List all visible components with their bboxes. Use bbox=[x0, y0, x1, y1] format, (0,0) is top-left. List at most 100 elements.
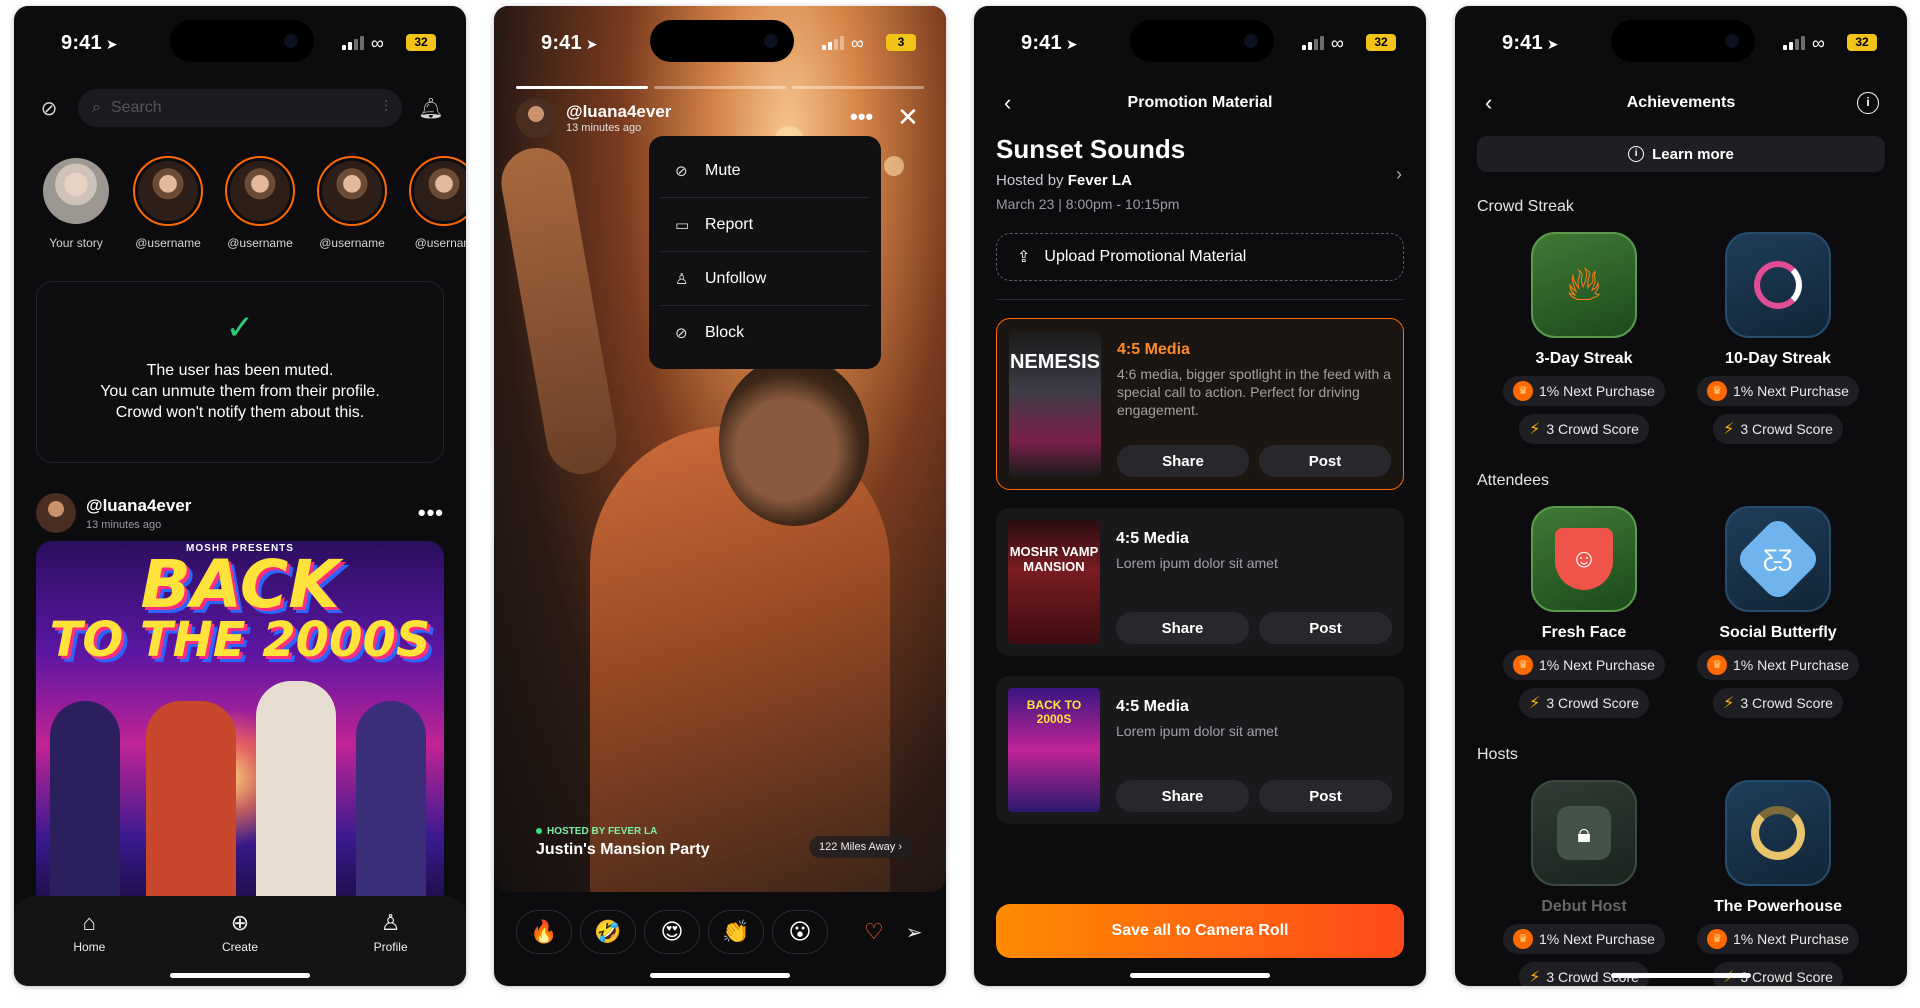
post-username[interactable]: @luana4ever bbox=[86, 496, 191, 516]
chevron-right-icon[interactable]: › bbox=[1396, 164, 1402, 185]
tab-home[interactable]: ⌂ Home bbox=[44, 910, 134, 986]
achievement-item[interactable]: 🔒︎ Debut Host ♛ 1% Next Purchase ⚡︎ 3 Crow… bbox=[1495, 780, 1673, 986]
media-card[interactable]: BACK TO 2000S 4:5 Media Lorem ipum dolor… bbox=[996, 676, 1404, 824]
tab-bar: ⌂ Home ⊕ Create ♙ Profile bbox=[14, 896, 466, 986]
more-options-icon[interactable]: ••• bbox=[850, 104, 873, 130]
achievement-item[interactable]: 10-Day Streak ♛ 1% Next Purchase ⚡︎ 3 Crow… bbox=[1689, 232, 1867, 444]
media-card[interactable]: MOSHR VAMP MANSION 4:5 Media Lorem ipum … bbox=[996, 508, 1404, 656]
reaction-laugh[interactable]: 🤣 bbox=[580, 910, 636, 954]
save-all-button[interactable]: Save all to Camera Roll bbox=[996, 904, 1404, 958]
avatar bbox=[133, 156, 203, 226]
story-progress bbox=[516, 86, 924, 89]
avatar[interactable] bbox=[36, 493, 76, 533]
achievements-screen: 9:41 ➤ ∞ 32 ‹ Achievements i i Learn more … bbox=[1455, 6, 1907, 986]
learn-more-button[interactable]: i Learn more bbox=[1477, 136, 1885, 172]
story-item[interactable]: @username bbox=[316, 156, 388, 250]
muted-message: The user has been muted. You can unmute … bbox=[37, 360, 443, 423]
media-card[interactable]: NEMESIS 4:5 Media 4:6 media, bigger spot… bbox=[996, 318, 1404, 490]
story-username[interactable]: @luana4ever bbox=[566, 102, 671, 122]
reward-pill: ♛ 1% Next Purchase bbox=[1697, 376, 1859, 406]
bolt-icon: ⚡︎ bbox=[1529, 421, 1541, 438]
reaction-love[interactable]: 😍 bbox=[644, 910, 700, 954]
menu-item-report[interactable]: ▭ Report bbox=[661, 198, 869, 252]
story-item[interactable]: @username bbox=[132, 156, 204, 250]
dynamic-island bbox=[650, 20, 794, 62]
story-label: Your story bbox=[49, 236, 103, 250]
event-banner[interactable]: HOSTED BY FEVER LA Justin's Mansion Part… bbox=[536, 826, 928, 876]
search-box[interactable]: ⌕ ⫶ bbox=[78, 89, 402, 127]
menu-label: Report bbox=[705, 215, 754, 233]
battery-icon: 32 bbox=[406, 34, 436, 51]
post-button[interactable]: Post bbox=[1259, 780, 1392, 812]
crown-icon: ♛ bbox=[1707, 655, 1728, 675]
reaction-clap[interactable]: 👏 bbox=[708, 910, 764, 954]
share-button[interactable]: Share bbox=[1116, 780, 1249, 812]
share-button[interactable]: Share bbox=[1116, 612, 1249, 644]
distance-badge: 122 Miles Away › bbox=[809, 836, 912, 858]
score-pill: ⚡︎3 Crowd Score bbox=[1519, 414, 1649, 444]
lock-icon: 🔒︎ bbox=[1531, 780, 1637, 886]
dynamic-island bbox=[1611, 20, 1755, 62]
tab-label: Home bbox=[73, 940, 106, 954]
learn-more-label: Learn more bbox=[1652, 145, 1734, 163]
menu-item-unfollow[interactable]: ♙ Unfollow bbox=[661, 252, 869, 306]
achievement-name: 3-Day Streak bbox=[1535, 350, 1633, 367]
story-item[interactable]: @username bbox=[224, 156, 296, 250]
crown-icon: ♛ bbox=[1707, 929, 1728, 949]
bolt-icon: ⚡︎ bbox=[1723, 421, 1735, 438]
menu-item-mute[interactable]: ⊘ Mute bbox=[661, 144, 869, 198]
flame-icon: 🔥︎ bbox=[1531, 232, 1637, 338]
share-button[interactable]: Share bbox=[1117, 445, 1249, 477]
back-icon[interactable]: ‹ bbox=[1485, 90, 1492, 116]
menu-item-block[interactable]: ⊘ Block bbox=[661, 306, 869, 360]
muted-confirmation-card: ✓ The user has been muted. You can unmut… bbox=[36, 281, 444, 463]
more-options-icon[interactable]: ••• bbox=[418, 500, 444, 526]
media-title: 4:5 Media bbox=[1116, 530, 1189, 547]
reaction-wow[interactable]: 😮 bbox=[772, 910, 828, 954]
camera-off-icon[interactable]: ⊘ bbox=[36, 95, 62, 121]
battery-icon: 3 bbox=[886, 34, 916, 51]
power-ring-icon bbox=[1725, 780, 1831, 886]
info-icon[interactable]: i bbox=[1857, 92, 1879, 114]
reward-pill: ♛ 1% Next Purchase bbox=[1697, 650, 1859, 680]
menu-label: Block bbox=[705, 324, 745, 341]
post-button[interactable]: Post bbox=[1259, 445, 1391, 477]
status-time: 9:41 ➤ bbox=[1502, 32, 1559, 54]
post-button[interactable]: Post bbox=[1259, 612, 1392, 644]
tab-profile[interactable]: ♙ Profile bbox=[346, 910, 436, 986]
battery-icon: 32 bbox=[1847, 34, 1877, 51]
report-icon: ▭ bbox=[675, 216, 690, 234]
checkmark-icon: ✓ bbox=[225, 309, 255, 347]
story-item[interactable]: @usernam bbox=[408, 156, 466, 250]
story-label: @username bbox=[135, 236, 201, 250]
filter-icon[interactable]: ⫶ bbox=[384, 99, 388, 117]
top-bar: ⊘ ⌕ ⫶ 🔔︎ bbox=[36, 88, 444, 128]
search-input[interactable] bbox=[110, 99, 374, 117]
story-label: @username bbox=[319, 236, 385, 250]
block-icon: ⊘ bbox=[675, 325, 688, 342]
status-time: 9:41 ➤ bbox=[541, 32, 598, 54]
heart-icon[interactable]: ♡ bbox=[864, 919, 884, 945]
reaction-fire[interactable]: 🔥 bbox=[516, 910, 572, 954]
send-icon[interactable]: ➢ bbox=[906, 920, 923, 945]
avatar bbox=[409, 156, 466, 226]
achievement-name: 10-Day Streak bbox=[1725, 350, 1831, 367]
poster-title-line: BACK bbox=[140, 546, 340, 623]
media-title: 4:5 Media bbox=[1116, 698, 1189, 715]
avatar[interactable] bbox=[516, 98, 556, 138]
tab-label: Create bbox=[221, 940, 258, 954]
upload-button[interactable]: ⇪ Upload Promotional Material bbox=[996, 233, 1404, 281]
story-item[interactable]: Your story bbox=[40, 156, 112, 250]
achievement-item[interactable]: The Powerhouse ♛1% Next Purchase ⚡︎3 Cro… bbox=[1689, 780, 1867, 986]
poster-title-line: TO THE 2000S bbox=[49, 612, 431, 668]
achievement-item[interactable]: 🔥︎ 3-Day Streak ♛ 1% Next Purchase ⚡︎ 3 Cr… bbox=[1495, 232, 1673, 444]
signal-icon bbox=[822, 36, 844, 50]
post-time: 13 minutes ago bbox=[86, 518, 162, 531]
bell-icon[interactable]: 🔔︎ bbox=[418, 95, 444, 121]
close-icon[interactable]: ✕ bbox=[897, 102, 919, 133]
back-icon[interactable]: ‹ bbox=[1004, 90, 1011, 116]
achievement-item[interactable]: ☺ Fresh Face ♛ 1% Next Purchase ⚡︎ 3 Crowd… bbox=[1495, 506, 1673, 718]
achievement-item[interactable]: Ƹ̵Ʒ Social Butterfly ♛ 1% Next Purchase ⚡… bbox=[1689, 506, 1867, 718]
post-image[interactable]: MOSHR PRESENTS BACK TO THE 2000S bbox=[36, 541, 444, 911]
story-viewer-screen: 9:41 ➤ ∞ 3 @luana4ever 13 minutes ago •••… bbox=[494, 6, 946, 986]
